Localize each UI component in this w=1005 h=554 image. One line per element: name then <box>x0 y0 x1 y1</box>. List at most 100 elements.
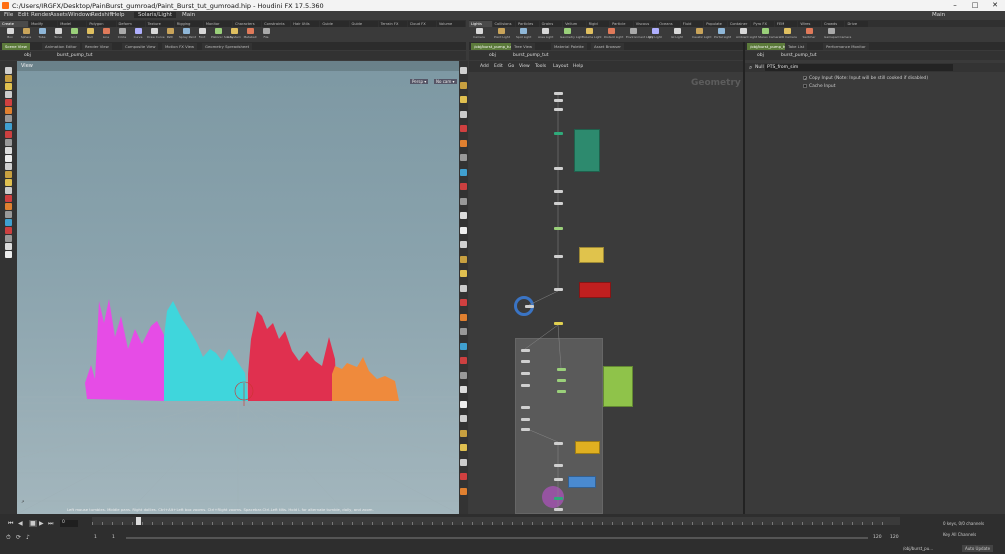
right-tool-icon[interactable] <box>460 255 467 263</box>
path-obj[interactable]: obj <box>24 52 31 59</box>
network-node[interactable] <box>521 406 530 409</box>
shelf-right-tool-gi-light[interactable]: GI Light <box>670 28 684 41</box>
net-menu-add[interactable]: Add <box>480 63 489 70</box>
desktop-selector[interactable]: Solaris/Light <box>134 12 176 18</box>
right-tool-icon[interactable] <box>460 212 467 219</box>
network-node[interactable] <box>554 108 563 111</box>
viewport-tab-scene-view[interactable]: Scene View <box>2 43 30 50</box>
realtime-icon[interactable]: ⏱ <box>6 534 11 542</box>
playhead[interactable] <box>136 517 141 525</box>
net-path-geo[interactable]: burst_pump_tut <box>513 52 549 59</box>
right-tool-icon[interactable] <box>460 67 467 74</box>
network-node[interactable] <box>554 202 563 205</box>
step-back-icon[interactable]: ◀ <box>18 520 23 527</box>
left-tool-icon[interactable] <box>5 139 12 146</box>
right-tool-icon[interactable] <box>460 357 467 364</box>
play-icon[interactable]: ▶ <box>39 520 44 527</box>
menu-help[interactable]: Help <box>112 12 125 18</box>
minimize-button[interactable]: – <box>945 0 965 11</box>
shelf-tool-line[interactable]: Line <box>99 28 113 41</box>
param-copy-input[interactable]: ✓ Copy Input (Note: Input will be still … <box>803 76 928 81</box>
right-tool-icon[interactable] <box>460 139 467 147</box>
left-tool-icon[interactable] <box>5 67 12 74</box>
right-tool-icon[interactable] <box>460 270 467 277</box>
left-tool-icon[interactable] <box>5 123 12 130</box>
shelf-right-tool-volume-light[interactable]: Volume Light <box>582 28 602 41</box>
network-tab-obj-burst-pump-tut[interactable]: /obj/burst_pump_tut <box>471 43 516 50</box>
menu-assets[interactable]: Assets <box>50 12 68 18</box>
right-tool-icon[interactable] <box>460 125 467 132</box>
shelf-right-tool-spot-light[interactable]: Spot Light <box>516 28 531 41</box>
left-tool-icon[interactable] <box>5 219 12 226</box>
viewport-tab-render-view[interactable]: Render View <box>82 43 112 50</box>
network-node[interactable] <box>554 288 563 291</box>
shelf-right-tool-area-light[interactable]: Area Light <box>538 28 553 41</box>
left-tool-icon[interactable] <box>5 251 12 258</box>
menu-windows[interactable]: Windows <box>68 12 93 18</box>
right-tool-icon[interactable] <box>460 154 467 161</box>
range-end-b[interactable]: 120 <box>890 535 899 540</box>
network-node[interactable] <box>557 379 566 382</box>
viewport-3d[interactable]: View Persp ▾ No cam ▾ ↗ Left mouse tumbl… <box>17 61 459 514</box>
left-tool-icon[interactable] <box>5 83 12 90</box>
network-node[interactable] <box>554 227 563 230</box>
net-menu-edit[interactable]: Edit <box>494 63 503 70</box>
network-canvas[interactable]: Geometry <box>469 72 743 514</box>
network-tab-tree-view[interactable]: Tree View <box>511 43 536 50</box>
right-tool-icon[interactable] <box>460 168 467 176</box>
network-tab-material-palette[interactable]: Material Palette <box>551 43 587 50</box>
right-tool-icon[interactable] <box>460 110 467 118</box>
network-node[interactable] <box>521 349 530 352</box>
network-node[interactable] <box>557 390 566 393</box>
shelf-right-tool-camera[interactable]: Camera <box>472 28 486 41</box>
network-node[interactable] <box>521 418 530 421</box>
network-node[interactable] <box>554 442 563 445</box>
shelf-right-tool-geometry-light[interactable]: Geometry Light <box>560 28 583 41</box>
left-tool-icon[interactable] <box>5 195 12 202</box>
right-tool-icon[interactable] <box>460 96 467 103</box>
menu-redshift[interactable]: Redshift <box>91 12 113 18</box>
path-geo[interactable]: burst_pump_tut <box>57 52 93 59</box>
net-menu-tools[interactable]: Tools <box>535 63 546 70</box>
shelf-right-tool-point-light[interactable]: Point Light <box>494 28 510 41</box>
left-tool-icon[interactable] <box>5 211 12 218</box>
left-tool-icon[interactable] <box>5 203 12 210</box>
range-end[interactable]: 120 <box>873 535 882 540</box>
left-tool-icon[interactable] <box>5 227 12 234</box>
shelf-tool-draw-curve[interactable]: Draw Curve <box>147 28 165 41</box>
shelf-right-tool-distant-light[interactable]: Distant Light <box>604 28 623 41</box>
jump-start-icon[interactable]: ⏮ <box>8 520 13 528</box>
right-tool-icon[interactable] <box>460 429 467 437</box>
range-slider[interactable] <box>126 537 868 539</box>
cache-input-checkbox[interactable] <box>803 84 807 88</box>
loop-icon[interactable]: ⟳ <box>16 534 21 541</box>
shelf-right-tool-stereo-camera[interactable]: Stereo Camera <box>758 28 781 41</box>
viewport-tab-motion-fx-view[interactable]: Motion FX View <box>162 43 198 50</box>
right-tool-icon[interactable] <box>460 386 467 393</box>
left-tool-icon[interactable] <box>5 99 12 106</box>
net-menu-view[interactable]: View <box>519 63 530 70</box>
left-tool-icon[interactable] <box>5 115 12 122</box>
right-tool-icon[interactable] <box>460 444 467 451</box>
network-node[interactable] <box>554 99 563 102</box>
frame-ruler[interactable] <box>92 517 900 525</box>
current-frame-field[interactable]: 0 <box>60 520 78 527</box>
network-node[interactable] <box>554 255 563 258</box>
jump-end-icon[interactable]: ⏭ <box>48 520 53 528</box>
right-tool-icon[interactable] <box>460 197 467 205</box>
shelf-right-tool-gamepad-camera[interactable]: Gamepad Camera <box>824 28 851 41</box>
right-tool-icon[interactable] <box>460 371 467 379</box>
left-tool-icon[interactable] <box>5 147 12 154</box>
range-start-b[interactable]: 1 <box>112 535 115 540</box>
stop-icon[interactable]: ■ <box>29 520 37 527</box>
shelf-right-tool-portal-light[interactable]: Portal Light <box>714 28 731 41</box>
network-node[interactable] <box>521 384 530 387</box>
params-tab-performance-monitor[interactable]: Performance Monitor <box>823 43 869 50</box>
right-tool-icon[interactable] <box>460 226 467 234</box>
left-tool-icon[interactable] <box>5 163 12 170</box>
left-tool-icon[interactable] <box>5 91 12 98</box>
net-path-obj[interactable]: obj <box>489 52 496 59</box>
left-tool-icon[interactable] <box>5 107 12 114</box>
copy-input-checkbox[interactable]: ✓ <box>803 76 807 81</box>
shelf-tool-tube[interactable]: Tube <box>35 28 49 41</box>
